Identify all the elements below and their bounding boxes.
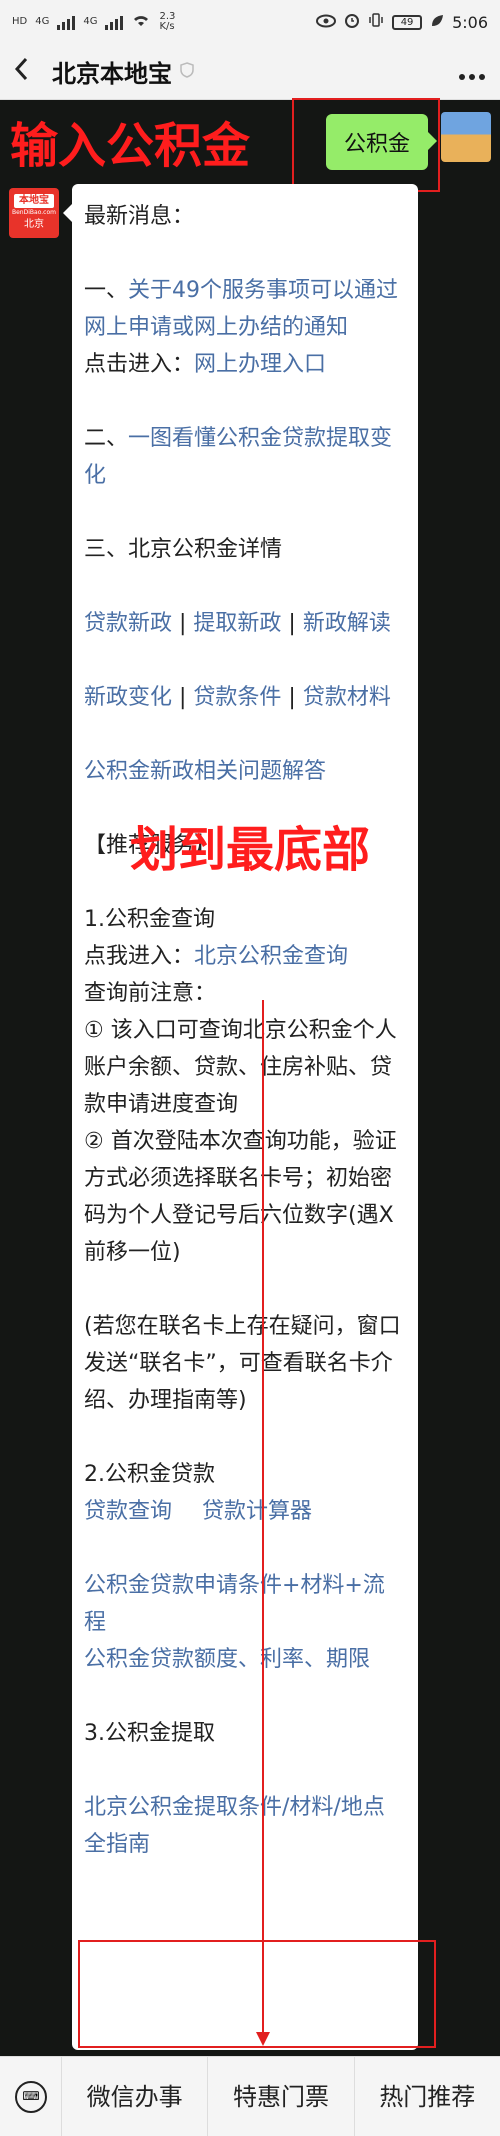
chat-area[interactable]: 输入公积金 公积金 本地宝 BenDiBao.com 北京 最新消息： 一、关于… bbox=[0, 98, 500, 2056]
network-type-1: 4G bbox=[35, 16, 50, 27]
signal-icon-2 bbox=[105, 14, 124, 30]
back-button[interactable] bbox=[14, 54, 44, 89]
menu-wechat-service[interactable]: 微信办事 bbox=[62, 2056, 209, 2136]
keyboard-button[interactable]: ⌨ bbox=[0, 2056, 62, 2136]
hd-indicator: HD bbox=[12, 16, 28, 27]
link-loan-apply[interactable]: 公积金贷款申请条件+材料+流程 bbox=[84, 1573, 385, 1635]
menu-tickets[interactable]: 特惠门票 bbox=[208, 2056, 355, 2136]
more-icon bbox=[459, 74, 485, 80]
link-faq[interactable]: 公积金新政相关问题解答 bbox=[84, 759, 326, 784]
link-loan-materials[interactable]: 贷款材料 bbox=[303, 685, 391, 710]
reply-message-bubble: 最新消息： 一、关于49个服务事项可以通过网上申请或网上办结的通知 点击进入：网… bbox=[63, 184, 418, 2050]
link-query[interactable]: 北京公积金查询 bbox=[194, 944, 348, 969]
clock-time: 5:06 bbox=[452, 12, 488, 32]
online-entry-link[interactable]: 网上办理入口 bbox=[194, 352, 326, 377]
news-link-1[interactable]: 关于49个服务事项可以通过网上申请或网上办结的通知 bbox=[84, 278, 398, 340]
sent-message-bubble[interactable]: 公积金 bbox=[326, 114, 437, 170]
links-row-1: 贷款新政 | 提取新政 | 新政解读 bbox=[84, 611, 391, 636]
avatar-city: 北京 bbox=[24, 219, 44, 230]
avatar-domain: BenDiBao.com bbox=[12, 209, 56, 216]
service-1-title: 1.公积金查询 bbox=[84, 907, 215, 932]
link-withdraw-guide[interactable]: 北京公积金提取条件/材料/地点全指南 bbox=[84, 1795, 385, 1857]
link-policy-interpretation[interactable]: 新政解读 bbox=[303, 611, 391, 636]
highlight-box-withdraw bbox=[78, 1940, 436, 2048]
annotation-input-hint: 输入公积金 bbox=[10, 118, 251, 174]
service-1-note-2: ② 首次登陆本次查询功能，验证方式必须选择联名卡号；初始密码为个人登记号后六位数… bbox=[84, 1129, 397, 1265]
alarm-icon bbox=[344, 12, 360, 32]
vibrate-icon bbox=[368, 12, 384, 32]
bottom-menu: ⌨ 微信办事 特惠门票 热门推荐 bbox=[0, 2056, 500, 2136]
reply-intro: 最新消息： bbox=[84, 204, 195, 229]
wifi-icon bbox=[131, 12, 151, 32]
net-speed: 2.3 K/s bbox=[159, 11, 176, 32]
menu-recommend[interactable]: 热门推荐 bbox=[355, 2057, 500, 2136]
service-1-note-title: 查询前注意： bbox=[84, 981, 217, 1006]
link-policy-change[interactable]: 新政变化 bbox=[84, 685, 172, 710]
more-button[interactable] bbox=[458, 55, 486, 88]
link-loan-calculator[interactable]: 贷款计算器 bbox=[202, 1499, 312, 1524]
chat-title: 北京本地宝 bbox=[52, 60, 172, 88]
link-loan-query[interactable]: 贷款查询 bbox=[84, 1499, 172, 1524]
my-avatar[interactable] bbox=[441, 112, 491, 162]
chevron-left-icon bbox=[14, 57, 28, 81]
link-withdraw-policy[interactable]: 提取新政 bbox=[193, 611, 281, 636]
battery-icon: 49 bbox=[392, 14, 423, 30]
service-2-title: 2.公积金贷款 bbox=[84, 1462, 215, 1487]
signal-icon bbox=[57, 14, 76, 30]
service-1-note-1: ① 该入口可查询北京公积金个人账户余额、贷款、住房补贴、贷款申请进度查询 bbox=[84, 1018, 397, 1117]
links-row-2: 新政变化 | 贷款条件 | 贷款材料 bbox=[84, 685, 391, 710]
chat-header: 北京本地宝 bbox=[0, 44, 500, 100]
link-loan-limit[interactable]: 公积金贷款额度、利率、期限 bbox=[84, 1647, 370, 1672]
service-1-note-3: (若您在联名卡上存在疑问，窗口发送“联名卡”，可查看联名卡介绍、办理指南等) bbox=[84, 1314, 401, 1413]
bot-avatar[interactable]: 本地宝 BenDiBao.com 北京 bbox=[9, 188, 59, 238]
link-loan-conditions[interactable]: 贷款条件 bbox=[193, 685, 281, 710]
status-bar: HD 4G 4G 2.3 K/s 49 5:06 bbox=[0, 0, 500, 44]
news-item-2: 二、一图看懂公积金贷款提取变化 bbox=[84, 426, 393, 488]
service-3-title: 3.公积金提取 bbox=[84, 1721, 215, 1746]
scroll-arrow-line bbox=[262, 1000, 264, 2040]
avatar-brand: 本地宝 bbox=[14, 194, 54, 208]
verified-icon bbox=[180, 61, 194, 82]
annotation-scroll-hint: 划到最底部 bbox=[130, 822, 371, 878]
leaf-icon bbox=[430, 13, 444, 32]
link-loan-policy[interactable]: 贷款新政 bbox=[84, 611, 172, 636]
network-type-2: 4G bbox=[83, 16, 98, 27]
service-2-links: 贷款查询 贷款计算器 bbox=[84, 1493, 406, 1530]
news-item-3: 三、北京公积金详情 bbox=[84, 537, 283, 562]
service-1-entry: 点我进入：北京公积金查询 bbox=[84, 944, 349, 969]
news-item-1: 一、关于49个服务事项可以通过网上申请或网上办结的通知 bbox=[84, 278, 399, 340]
keyboard-icon: ⌨ bbox=[14, 2080, 47, 2113]
news-link-2[interactable]: 一图看懂公积金贷款提取变化 bbox=[84, 426, 392, 488]
online-entry: 点击进入：网上办理入口 bbox=[84, 352, 327, 377]
eye-icon bbox=[316, 13, 337, 32]
